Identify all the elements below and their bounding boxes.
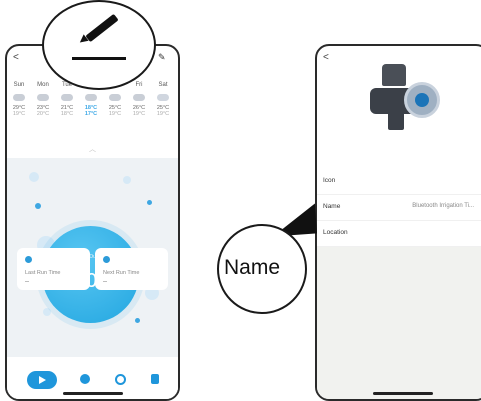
next-run-value: --: [103, 279, 107, 285]
cloud-icon: [133, 94, 145, 101]
device-image: [362, 58, 442, 140]
pencil-underline: [72, 57, 126, 60]
history-log-icon[interactable]: [151, 374, 159, 384]
settings-row-name[interactable]: Name Bluetooth Irrigation Ti... ›: [317, 195, 481, 221]
last-run-card[interactable]: Last Run Time --: [17, 248, 90, 290]
settings-row-location[interactable]: Location ›: [317, 221, 481, 247]
home-indicator: [372, 392, 433, 395]
partly-sunny-icon: [157, 94, 169, 101]
play-icon: [39, 376, 46, 384]
last-run-label: Last Run Time: [25, 270, 61, 276]
back-chevron-icon[interactable]: <: [13, 52, 19, 63]
valve-dial: [404, 82, 440, 118]
phone-screen-device-settings: < Icon › Name Bluetooth Irrigation Ti...…: [315, 44, 481, 401]
cloud-icon: [13, 94, 25, 101]
temp-low: 18°C: [60, 111, 74, 117]
settings-list: Icon › Name Bluetooth Irrigation Ti... ›…: [317, 169, 481, 247]
settings-row-label: Location: [323, 229, 348, 236]
weather-day: Mon 23°C 20°C: [31, 82, 55, 117]
clock-icon: [103, 256, 110, 263]
bluetooth-icon: [415, 93, 429, 107]
temp-low: 20°C: [36, 111, 50, 117]
clock-icon: [25, 256, 32, 263]
temp-low: 17°C: [84, 111, 98, 117]
last-run-value: --: [25, 279, 29, 285]
cloud-icon: [85, 94, 97, 101]
cloud-icon: [109, 94, 121, 101]
day-label: Fri: [135, 82, 143, 88]
day-label: Sat: [158, 82, 168, 88]
decorative-bubble: [135, 318, 140, 323]
decorative-bubble: [29, 172, 39, 182]
valve-outlet: [388, 112, 404, 130]
next-run-card[interactable]: Next Run Time --: [95, 248, 168, 290]
timer-tab-icon[interactable]: [80, 374, 90, 384]
magnifier-edit-callout: [42, 0, 156, 90]
decorative-bubble: [43, 308, 51, 316]
settings-row-label: Name: [323, 203, 341, 210]
settings-row-label: Icon: [323, 177, 336, 184]
temp-low: 19°C: [156, 111, 170, 117]
weather-day: Sat 25°C 19°C: [151, 82, 175, 117]
decorative-bubble: [123, 176, 131, 184]
cloud-icon: [61, 94, 73, 101]
valve-inlet: [382, 64, 406, 86]
weather-day: Sun 29°C 19°C: [7, 82, 31, 117]
weather-day: Fri 26°C 19°C: [127, 82, 151, 117]
temp-low: 19°C: [108, 111, 122, 117]
home-indicator: [62, 392, 123, 395]
collapse-chevron-icon[interactable]: ︿: [7, 144, 178, 154]
weather-day: Tue 21°C 18°C: [55, 82, 79, 117]
back-chevron-icon[interactable]: <: [323, 52, 329, 63]
phone-screen-device-home: < Sun 29°C 19°C Mon 23°C 20°C Tue 21°C 1…: [5, 44, 180, 401]
magnifier-name-callout: Name: [217, 224, 307, 314]
settings-row-value: Bluetooth Irrigation Ti...: [412, 203, 474, 209]
alarm-clock-icon[interactable]: [115, 374, 126, 385]
bottom-tab-bar: [7, 357, 178, 399]
magnified-name-label: Name: [224, 256, 281, 279]
play-button[interactable]: [27, 371, 57, 389]
pencil-icon[interactable]: [85, 13, 119, 43]
day-label: Mon: [37, 82, 49, 88]
settings-row-icon[interactable]: Icon ›: [317, 169, 481, 195]
cloud-icon: [37, 94, 49, 101]
decorative-bubble: [35, 203, 41, 209]
temp-low: 19°C: [132, 111, 146, 117]
temp-low: 19°C: [12, 111, 26, 117]
settings-background: Icon › Name Bluetooth Irrigation Ti... ›…: [317, 169, 481, 399]
next-run-label: Next Run Time: [103, 270, 140, 276]
decorative-bubble: [147, 200, 152, 205]
day-label: Sun: [13, 82, 25, 88]
